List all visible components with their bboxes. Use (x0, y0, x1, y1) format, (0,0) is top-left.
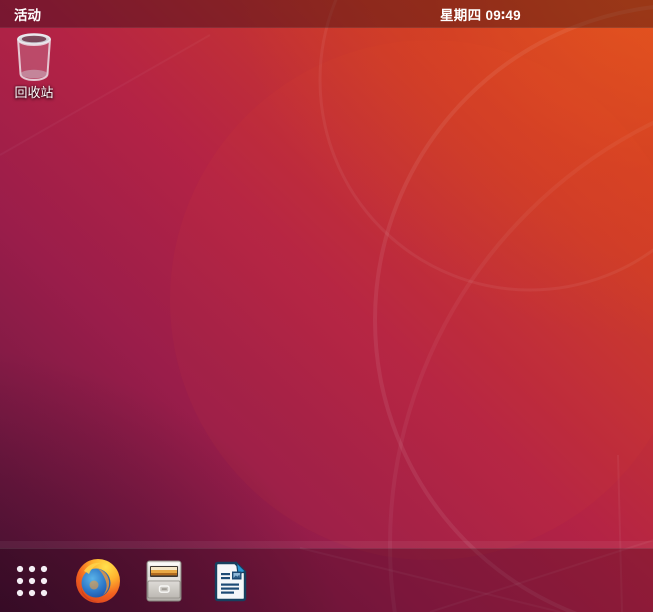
desktop-icon-trash[interactable]: 回收站 (5, 30, 63, 100)
file-cabinet-icon (140, 557, 188, 605)
trash-label: 回收站 (14, 85, 54, 100)
top-bar: 活动 星期四 09∶49 (0, 0, 653, 28)
wallpaper-pattern (0, 0, 653, 612)
files-launcher[interactable] (140, 557, 188, 605)
clock-label: 星期四 09∶49 (440, 7, 521, 23)
desktop-wallpaper (0, 0, 653, 612)
activities-label: 活动 (14, 7, 41, 23)
show-applications-button[interactable] (8, 557, 56, 605)
app-grid-icon (8, 557, 56, 605)
clock-button[interactable]: 星期四 09∶49 (440, 0, 521, 27)
firefox-launcher[interactable] (74, 557, 122, 605)
writer-document-icon (206, 557, 254, 605)
activities-button[interactable]: 活动 (0, 0, 55, 27)
dock (0, 548, 653, 612)
firefox-icon (74, 557, 122, 605)
dock-top-band (0, 541, 653, 548)
libreoffice-writer-launcher[interactable] (206, 557, 254, 605)
trash-icon (12, 30, 56, 82)
